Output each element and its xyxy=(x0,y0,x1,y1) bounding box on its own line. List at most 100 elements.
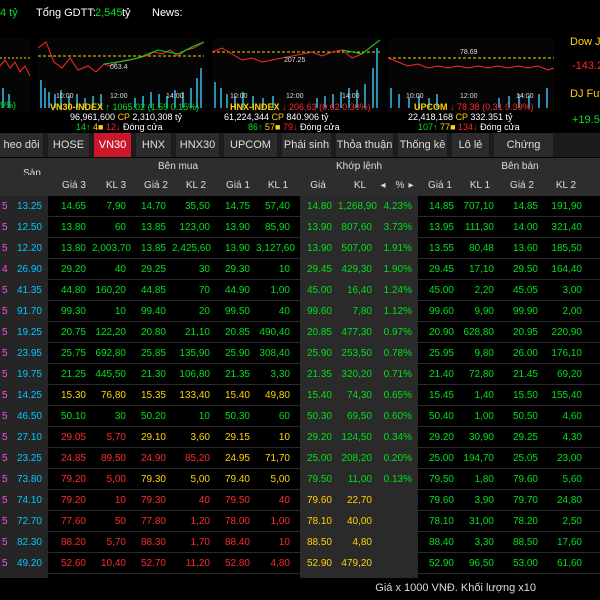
vn30-chart[interactable]: 063.4 10:00 12:00 14:00 xyxy=(38,38,204,112)
cell-k3: 60 xyxy=(114,222,126,233)
arrow-right-icon[interactable]: ▸ xyxy=(406,180,416,191)
table-row[interactable]: 5 82.30 88.20 5,70 88.30 1,70 88.40 10 88.50 4,80… xyxy=(0,532,600,553)
table-row[interactable]: 5 91.70 99.30 10 99.40 20 99.50 40 99.60 7,80 1.12… xyxy=(0,301,600,322)
dow-label[interactable]: Dow Je xyxy=(570,36,600,48)
table-row[interactable]: 5 49.20 52.60 10,40 52.70 11,20 52.80 4,80 52.90… xyxy=(0,553,600,574)
table-row[interactable]: 5 19.75 21.25 445,50 21.30 106,80 21.35 3,30 21.… xyxy=(0,364,600,385)
cell-pct: 0.13% xyxy=(378,469,418,490)
cell-sk1: 1,00 xyxy=(474,411,494,422)
cell-p: 25.90 xyxy=(300,343,338,364)
cell-g3: 79.20 xyxy=(60,474,86,485)
header-gia3[interactable]: Giá 3 xyxy=(56,180,92,191)
tab-chứng-quyền[interactable]: Chứng quyền xyxy=(494,133,554,175)
table-row[interactable]: 5 23.95 25.75 692,80 25.85 135,90 25.90 308,40 2… xyxy=(0,343,600,364)
cell-kl: 479,20 xyxy=(338,553,378,574)
tab-upcom[interactable]: UPCOM xyxy=(224,133,278,157)
cell-sym: 5 xyxy=(0,427,14,448)
gdtt-value: 2,545 xyxy=(95,7,123,19)
cell-k2: 135,90 xyxy=(179,348,210,359)
vn30-index-line[interactable]: VN30-INDEX ↑ 1065.02 (1.59 0.15%) xyxy=(50,102,199,112)
cell-sk1: 707,10 xyxy=(463,201,494,212)
cell-k3: 76,80 xyxy=(100,390,126,401)
cell-sym: 4 xyxy=(0,259,14,280)
upcom-chart[interactable]: 78.69 10:00 12:00 14:00 xyxy=(388,38,554,112)
tab-hose[interactable]: HOSE xyxy=(48,133,90,157)
table-row[interactable]: 5 14.25 15.30 76,80 15.35 133,40 15.40 49,80 15.… xyxy=(0,385,600,406)
news-label[interactable]: News: xyxy=(152,7,183,19)
upcom-index-line[interactable]: UPCOM ↓ 78.38 (0.31 0.39%) xyxy=(414,102,534,112)
hnx-chart[interactable]: 207.25 10:00 12:00 14:00 xyxy=(212,38,380,112)
header-kl3[interactable]: KL 3 xyxy=(96,180,136,191)
header-kl[interactable]: KL xyxy=(340,180,380,191)
arrow-left-icon[interactable]: ◂ xyxy=(378,180,388,191)
table-row[interactable]: 5 19.25 20.75 122,20 20.80 21,10 20.85 490,40 20… xyxy=(0,322,600,343)
hnx-index-line[interactable]: HNX-INDEX ↓ 206.63 (0.62 0.30%) xyxy=(230,102,371,112)
cell-k3: 692,80 xyxy=(95,348,126,359)
tab-thỏa-thuận[interactable]: Thỏa thuận xyxy=(336,133,394,157)
tab-vn30[interactable]: VN30 xyxy=(94,133,132,157)
upcom-index-value: 78.38 xyxy=(457,102,480,112)
table-row[interactable]: 5 73.80 79.20 5,00 79.30 5,00 79.40 5,00 79.50 11… xyxy=(0,469,600,490)
cell-k2: 21,10 xyxy=(184,327,210,338)
cell-s1: 79.60 xyxy=(428,495,454,506)
tab-heo-dõi[interactable]: heo dõi xyxy=(0,133,44,157)
tab-phái-sinh[interactable]: Phái sinh xyxy=(282,133,332,157)
cell-s2: 14.85 xyxy=(512,201,538,212)
cell-k1: 5,00 xyxy=(270,474,290,485)
table-row[interactable]: 5 72.70 77.60 50 77.80 1,20 78.00 1,00 78.10 40,0… xyxy=(0,511,600,532)
table-row[interactable]: 5 23.25 24.85 89,50 24.90 85,20 24.95 71,70 25.0… xyxy=(0,448,600,469)
left-value-fragment: 4 tỷ xyxy=(0,7,18,19)
cell-pct: 1.24% xyxy=(378,280,418,301)
tab-hnx30[interactable]: HNX30 xyxy=(176,133,220,157)
table-row[interactable]: 5 27.10 29.05 5,70 29.10 3,60 29.15 10 29.20 124,… xyxy=(0,427,600,448)
cell-s1: 45.00 xyxy=(428,285,454,296)
cell-k2: 1,20 xyxy=(190,516,210,527)
tab-lô-lẻ[interactable]: Lô lẻ xyxy=(452,133,490,157)
header-sgia2[interactable]: Giá 2 xyxy=(500,180,544,191)
cell-s1: 25.95 xyxy=(428,348,454,359)
cell-pct xyxy=(378,511,418,532)
header-sgia1[interactable]: Giá 1 xyxy=(420,180,460,191)
vn30-volume-line: 96,961,600 CP 2,310,308 tỷ xyxy=(70,112,182,122)
header-kl2[interactable]: KL 2 xyxy=(176,180,216,191)
tab-hnx[interactable]: HNX xyxy=(136,133,172,157)
table-row[interactable]: 5 74.10 79.20 10 79.30 40 79.50 40 79.60 22,70 79.… xyxy=(0,490,600,511)
cell-sym: 5 xyxy=(0,490,14,511)
table-row[interactable]: 5 13.25 14.65 7,90 14.70 35,50 14.75 57,40 14.80… xyxy=(0,196,600,217)
cell-sym: 5 xyxy=(0,364,14,385)
header-khop-lenh: Khớp lệnh xyxy=(335,161,383,172)
djfut-label[interactable]: DJ Fut xyxy=(570,88,600,100)
tab-thống-kê[interactable]: Thống kê xyxy=(398,133,448,157)
index-panel: 9%) 063.4 10:00 12:00 14:00 VN30-INDEX ↑… xyxy=(0,30,600,132)
hnx-down-count: 79 xyxy=(283,122,294,132)
cell-k2: 70 xyxy=(198,285,210,296)
cell-sk2: 5,60 xyxy=(562,474,582,485)
table-row[interactable]: 4 26.90 29.20 40 29.25 30 29.30 10 29.45 429,30 1.… xyxy=(0,259,600,280)
cell-g2: 77.80 xyxy=(140,516,166,527)
table-row[interactable]: 5 46.50 50.10 30 50.20 10 50.30 60 50.30 69,50 0.6… xyxy=(0,406,600,427)
table-row[interactable]: 5 41.35 44.80 160,20 44.85 70 44.90 1,00 45.00 16… xyxy=(0,280,600,301)
cell-san: 23.25 xyxy=(14,448,48,469)
vn30-volume: 96,961,600 xyxy=(70,112,116,122)
upcom-index-change: (0.31 0.39%) xyxy=(482,102,534,112)
cell-g1: 79.40 xyxy=(224,474,250,485)
header-skl2[interactable]: KL 2 xyxy=(544,180,588,191)
cell-sym: 5 xyxy=(0,301,14,322)
cell-sym: 5 xyxy=(0,343,14,364)
header-gia2[interactable]: Giá 2 xyxy=(136,180,176,191)
table-row[interactable]: 5 12.20 13.80 2,003,70 13.85 2,425,60 13.90 3,1… xyxy=(0,238,600,259)
header-gia[interactable]: Giá xyxy=(300,180,336,191)
cell-g1: 88.40 xyxy=(224,537,250,548)
cell-san: 19.75 xyxy=(14,364,48,385)
table-row[interactable]: 5 12.50 13.80 60 13.85 123,00 13.90 85,90 13.90 8… xyxy=(0,217,600,238)
vn30-index-change: (1.59 0.15%) xyxy=(147,102,200,112)
down-arrow-icon: ↓ xyxy=(116,122,121,132)
header-kl1[interactable]: KL 1 xyxy=(258,180,298,191)
up-arrow-icon: ↑ xyxy=(86,122,91,132)
cell-p: 99.60 xyxy=(300,301,338,322)
header-gia1[interactable]: Giá 1 xyxy=(218,180,258,191)
cell-sym: 5 xyxy=(0,217,14,238)
cell-k2: 2,425,60 xyxy=(172,243,211,254)
cell-g1: 50.30 xyxy=(224,411,250,422)
header-skl1[interactable]: KL 1 xyxy=(460,180,500,191)
